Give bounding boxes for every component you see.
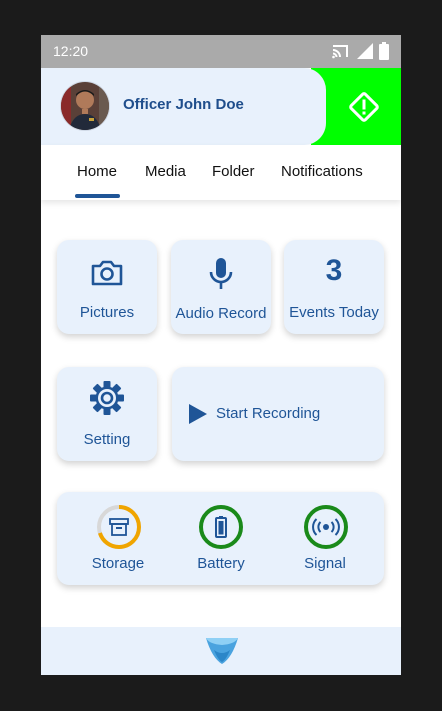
header: Officer John Doe [41, 68, 401, 145]
audio-record-label: Audio Record [175, 305, 267, 322]
pictures-tile[interactable]: Pictures [57, 240, 157, 334]
storage-status[interactable]: Storage [83, 492, 153, 585]
officer-card[interactable]: Officer John Doe [41, 68, 326, 145]
start-recording-button[interactable]: Start Recording [172, 367, 384, 461]
device-status-panel: Storage Battery Signal [57, 492, 384, 585]
broadcast-icon [312, 518, 340, 536]
signal-icon [357, 43, 373, 59]
avatar [60, 81, 110, 131]
tab-bar: Home Media Folder Notifications [41, 145, 401, 200]
officer-name: Officer John Doe [123, 96, 244, 113]
tab-folder[interactable]: Folder [212, 163, 255, 180]
archive-icon [109, 518, 129, 536]
status-bar: 12:20 [41, 35, 401, 68]
camera-icon [91, 260, 123, 286]
active-tab-indicator [75, 194, 120, 198]
alert-button-area[interactable] [326, 68, 401, 145]
gear-icon [90, 381, 124, 415]
signal-status[interactable]: Signal [290, 492, 360, 585]
battery-icon [215, 516, 227, 538]
pictures-label: Pictures [79, 304, 135, 321]
microphone-icon [209, 258, 233, 289]
phone-screen: 12:20 Officer John Doe Home Media Folder… [41, 35, 401, 675]
tab-notifications[interactable]: Notifications [281, 163, 363, 180]
bottom-bar [41, 627, 401, 675]
audio-record-tile[interactable]: Audio Record [171, 240, 271, 334]
alert-diamond-icon [348, 91, 379, 122]
setting-label: Setting [83, 431, 131, 448]
play-icon [189, 404, 207, 424]
setting-tile[interactable]: Setting [57, 367, 157, 461]
cast-icon [332, 45, 348, 59]
signal-label: Signal [304, 555, 346, 572]
tab-home[interactable]: Home [77, 163, 117, 180]
events-today-label: Events Today [289, 304, 379, 321]
status-time: 12:20 [53, 43, 89, 59]
pull-down-handle-icon[interactable] [204, 636, 240, 666]
tab-media[interactable]: Media [145, 163, 186, 180]
start-recording-label: Start Recording [216, 405, 321, 422]
events-today-tile[interactable]: 3 Events Today [284, 240, 384, 334]
status-icons [331, 42, 389, 60]
battery-status[interactable]: Battery [186, 492, 256, 585]
storage-label: Storage [91, 555, 145, 572]
battery-label: Battery [197, 555, 245, 572]
events-count: 3 [325, 254, 343, 287]
battery-icon [379, 42, 389, 60]
